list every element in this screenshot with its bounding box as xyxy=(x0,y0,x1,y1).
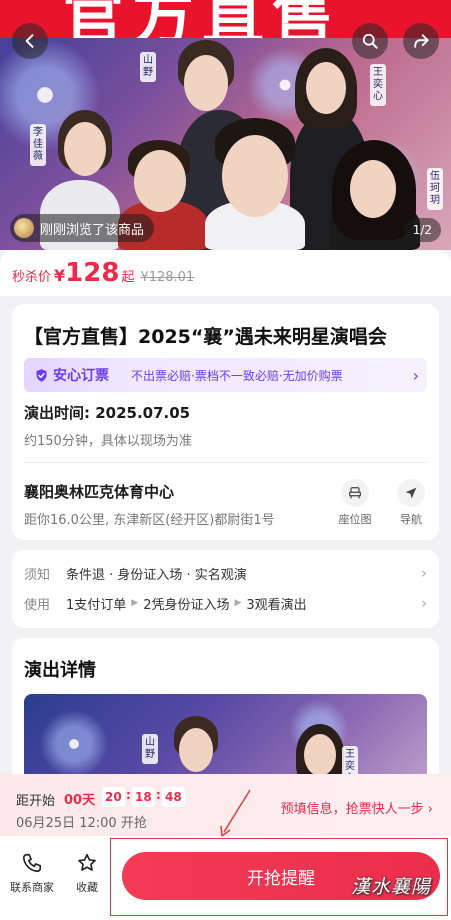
price-amount: 128 xyxy=(65,258,120,288)
viewer-avatar xyxy=(14,218,34,238)
hero-banner[interactable]: 官方直售 山野 王奕心 李佳薇 伍珂玥 刚刚浏览了该商品 1/2 xyxy=(0,0,451,250)
share-button[interactable] xyxy=(403,23,439,59)
performer-face xyxy=(304,734,336,776)
seat-icon-wrap xyxy=(341,479,369,507)
step-arrow-icon: ▶ xyxy=(131,598,139,608)
countdown-hours: 20 xyxy=(102,787,125,807)
countdown-bar: 距开始 00天 20 : 18 : 48 06月25日 12:00 开抢 预填信… xyxy=(0,774,451,836)
step-arrow-icon: ▶ xyxy=(234,598,242,608)
back-button[interactable] xyxy=(12,23,48,59)
performer-name-tag: 李佳薇 xyxy=(30,124,46,166)
guarantee-text: 不出票必赔·票档不一致必赔·无加价购票 xyxy=(131,368,343,383)
recent-view-text: 刚刚浏览了该商品 xyxy=(40,222,145,238)
seat-icon xyxy=(349,487,361,499)
chevron-right-icon: › xyxy=(412,365,419,385)
countdown-seconds: 48 xyxy=(162,787,185,807)
price-suffix: 起 xyxy=(121,270,135,285)
performer-face xyxy=(64,122,106,176)
event-title: 【官方直售】2025“襄”遇未来明星演唱会 xyxy=(24,326,387,348)
chevron-right-icon: › xyxy=(421,564,427,582)
countdown-colon: : xyxy=(126,788,131,802)
price-label: 秒杀价 xyxy=(12,270,52,285)
star-icon xyxy=(78,853,96,871)
usage-key: 使用 xyxy=(24,597,51,613)
performer-face xyxy=(134,150,186,212)
seat-map-button[interactable]: 座位图 xyxy=(333,479,377,527)
performer-name-tag: 伍珂玥 xyxy=(427,168,443,210)
details-title: 演出详情 xyxy=(24,660,96,681)
favorite-button[interactable]: 收藏 xyxy=(76,852,98,895)
show-duration: 约150分钟，具体以现场为准 xyxy=(24,434,192,449)
countdown-colon: : xyxy=(156,788,161,802)
seat-map-label: 座位图 xyxy=(338,513,372,526)
notice-row[interactable]: 须知 条件退 · 身份证入场 · 实名观演 › xyxy=(24,562,427,584)
notice-card: 须知 条件退 · 身份证入场 · 实名观演 › 使用 1支付订单 ▶ 2凭身份证… xyxy=(12,550,439,628)
performer-face xyxy=(222,135,288,217)
usage-step: 2凭身份证入场 xyxy=(143,597,230,613)
phone-icon xyxy=(22,853,42,873)
recent-view-pill: 刚刚浏览了该商品 xyxy=(10,214,155,242)
navigate-icon-wrap xyxy=(397,479,425,507)
countdown-days: 00天 xyxy=(64,793,96,808)
performer-face xyxy=(179,728,213,772)
favorite-label: 收藏 xyxy=(76,881,98,894)
usage-step: 3观看演出 xyxy=(246,597,307,613)
performer-face xyxy=(306,62,346,114)
open-time: 06月25日 12:00 开抢 xyxy=(16,816,147,831)
guarantee-banner[interactable]: 安心订票 不出票必赔·票档不一致必赔·无加价购票 › xyxy=(24,358,427,392)
show-time: 演出时间: 2025.07.05 xyxy=(24,404,191,422)
navigate-label: 导航 xyxy=(400,513,422,526)
prefill-info-link[interactable]: 预填信息，抢票快人一步 › xyxy=(281,798,433,817)
guarantee-badge: 安心订票 xyxy=(24,358,121,392)
navigation-arrow-icon xyxy=(405,487,417,499)
image-page-indicator: 1/2 xyxy=(403,218,441,242)
venue-name[interactable]: 襄阳奥林匹克体育中心 xyxy=(24,481,174,502)
contact-seller-label: 联系商家 xyxy=(10,881,54,894)
search-icon xyxy=(362,33,378,49)
performer-face xyxy=(350,160,396,218)
chevron-left-icon xyxy=(25,34,34,48)
event-info-card: 【官方直售】2025“襄”遇未来明星演唱会 安心订票 不出票必赔·票档不一致必赔… xyxy=(12,304,439,540)
notice-value: 条件退 · 身份证入场 · 实名观演 xyxy=(66,567,247,583)
divider xyxy=(24,462,427,463)
notice-key: 须知 xyxy=(24,567,51,583)
shield-check-icon xyxy=(36,368,47,382)
contact-seller-button[interactable]: 联系商家 xyxy=(10,852,54,895)
usage-row[interactable]: 使用 1支付订单 ▶ 2凭身份证入场 ▶ 3观看演出 › xyxy=(24,592,427,614)
price-row: 秒杀价 ¥ 128 起 ¥128.01 xyxy=(0,250,451,296)
performer-name-tag: 山野 xyxy=(142,734,158,764)
performer-name-tag: 山野 xyxy=(140,52,156,82)
performer-face xyxy=(184,55,228,111)
firework-decoration xyxy=(34,704,114,784)
usage-step: 1支付订单 xyxy=(66,597,127,613)
search-button[interactable] xyxy=(352,23,388,59)
performer-name-tag: 王奕心 xyxy=(370,64,386,106)
hero-banner-text: 官方直售 xyxy=(62,0,343,38)
countdown-minutes: 18 xyxy=(132,787,155,807)
share-icon xyxy=(414,34,429,48)
price-currency: ¥ xyxy=(54,266,66,285)
countdown-label: 距开始 xyxy=(16,794,56,809)
watermark-text: 漢水襄陽 xyxy=(350,876,431,898)
navigate-button[interactable]: 导航 xyxy=(389,479,433,527)
chevron-right-icon: › xyxy=(421,594,427,612)
guarantee-label: 安心订票 xyxy=(53,368,109,384)
venue-address[interactable]: 距你16.0公里, 东津新区(经开区)都尉街1号 xyxy=(24,509,275,528)
original-price: ¥128.01 xyxy=(140,270,195,285)
